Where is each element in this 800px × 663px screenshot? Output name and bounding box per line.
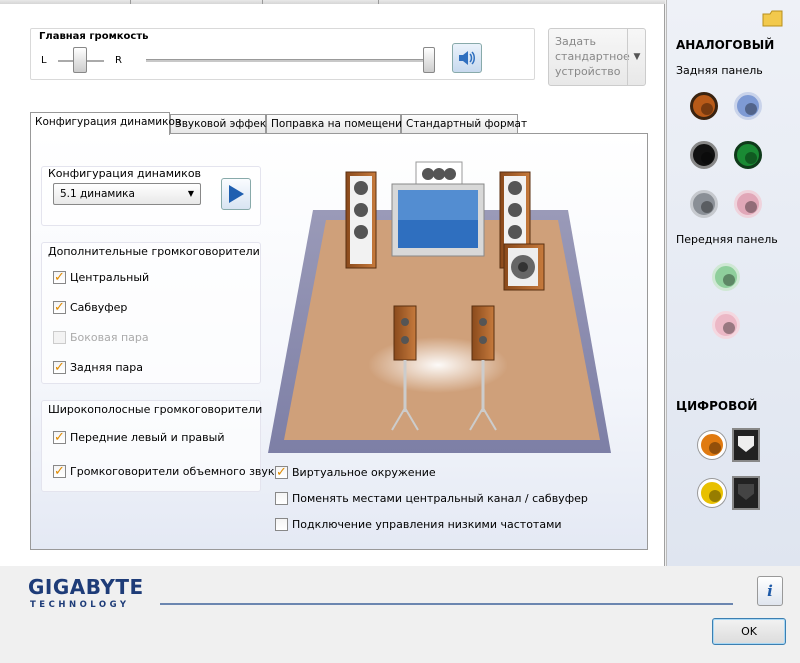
- brand-logo-line2: TECHNOLOGY: [30, 600, 130, 610]
- checkbox-label: Центральный: [70, 270, 150, 284]
- tab-default-format[interactable]: Стандартный формат: [401, 114, 527, 134]
- checkbox-label: Задняя пара: [70, 360, 143, 374]
- optical-port-icon[interactable]: [732, 476, 760, 510]
- folder-icon[interactable]: [762, 8, 784, 31]
- divider: [160, 603, 733, 605]
- checkbox-label: Подключение управления низкими частотами: [292, 517, 562, 531]
- jack-front-green[interactable]: [712, 263, 740, 291]
- master-volume-group: Главная громкость L R: [30, 28, 535, 80]
- jack-front-pink[interactable]: [712, 311, 740, 339]
- analog-title: АНАЛОГОВЫЙ: [676, 38, 775, 52]
- rear-right-speaker: [471, 305, 495, 361]
- speaker-config-title: Конфигурация динамиков: [48, 167, 202, 180]
- ok-button[interactable]: OK: [712, 618, 786, 645]
- volume-slider-thumb[interactable]: [423, 47, 435, 73]
- tab-sound-effects[interactable]: Звуковой эффект: [170, 114, 272, 134]
- fullrange-speakers-title: Широкополосные громкоговорители: [48, 403, 263, 416]
- balance-slider-thumb[interactable]: [73, 47, 87, 73]
- jack-panel: АНАЛОГОВЫЙ Задняя панель Передняя панель…: [666, 0, 800, 566]
- jack-rear-black[interactable]: [690, 141, 718, 169]
- top-tab-strip: [0, 0, 665, 4]
- checkbox-rear-pair[interactable]: ✓ Задняя пара: [53, 359, 143, 375]
- mute-button[interactable]: [452, 43, 482, 73]
- brand-logo-line1: GIGABYTE: [28, 575, 144, 599]
- jack-rear-blue[interactable]: [734, 92, 762, 120]
- checkbox-swap-center-sub[interactable]: Поменять местами центральный канал / саб…: [275, 490, 588, 506]
- speaker-config-dropdown[interactable]: 5.1 динамика ▼: [53, 183, 201, 205]
- optional-speakers-title: Дополнительные громкоговорители: [48, 245, 260, 258]
- digital-title: ЦИФРОВОЙ: [676, 399, 758, 413]
- play-test-button[interactable]: [221, 178, 251, 210]
- jack-rear-orange[interactable]: [690, 92, 718, 120]
- top-tab-divider: [130, 0, 131, 4]
- jack-spdif-coax-orange[interactable]: [698, 431, 726, 459]
- checkbox-label: Поменять местами центральный канал / саб…: [292, 491, 588, 505]
- speaker-config-group: Конфигурация динамиков 5.1 динамика ▼: [41, 166, 261, 226]
- speaker-icon: [459, 51, 475, 65]
- checkbox-box[interactable]: ✓: [53, 270, 66, 284]
- checkbox-bass-management[interactable]: Подключение управления низкими частотами: [275, 516, 562, 532]
- room-illustration: [268, 161, 611, 453]
- volume-slider-track[interactable]: [146, 59, 431, 62]
- checkbox-box[interactable]: ✓: [275, 465, 288, 479]
- checkbox-subwoofer[interactable]: ✓ Сабвуфер: [53, 299, 127, 315]
- checkbox-virtual-surround[interactable]: ✓ Виртуальное окружение: [275, 464, 436, 480]
- rear-left-speaker: [393, 305, 417, 361]
- checkbox-side-pair: Боковая пара: [53, 329, 149, 345]
- speaker-config-value: 5.1 динамика: [60, 188, 135, 200]
- checkbox-box[interactable]: ✓: [53, 360, 66, 374]
- checkbox-front-lr[interactable]: ✓ Передние левый и правый: [53, 429, 225, 445]
- checkbox-center[interactable]: ✓ Центральный: [53, 269, 149, 285]
- jack-spdif-coax-yellow[interactable]: [698, 479, 726, 507]
- jack-rear-pink[interactable]: [734, 190, 762, 218]
- checkbox-label: Громкоговорители объемного звука: [70, 464, 282, 478]
- checkbox-label: Сабвуфер: [70, 300, 128, 314]
- master-volume-title: Главная громкость: [39, 31, 149, 42]
- set-default-device-button[interactable]: Задать стандартное устройство ▼: [548, 28, 646, 86]
- rear-panel-label: Задняя панель: [676, 64, 763, 77]
- checkbox-label: Передние левый и правый: [70, 430, 225, 444]
- jack-rear-gray[interactable]: [690, 190, 718, 218]
- jack-rear-green[interactable]: [734, 141, 762, 169]
- main-panel: Главная громкость L R Задать стандартное…: [0, 0, 665, 566]
- top-tab-divider: [378, 0, 379, 4]
- checkbox-box[interactable]: [275, 517, 288, 531]
- balance-left-label: L: [41, 55, 47, 66]
- checkbox-box[interactable]: [275, 491, 288, 505]
- fullrange-speakers-group: Широкополосные громкоговорители ✓ Передн…: [41, 400, 281, 492]
- chevron-down-icon[interactable]: ▼: [627, 29, 646, 85]
- info-button[interactable]: i: [757, 576, 783, 606]
- play-icon: [229, 185, 244, 203]
- checkbox-box: [53, 330, 66, 344]
- checkbox-box[interactable]: ✓: [53, 430, 66, 444]
- set-default-device-label: Задать стандартное устройство: [555, 35, 630, 78]
- optical-port-icon[interactable]: [732, 428, 760, 462]
- checkbox-box[interactable]: ✓: [53, 464, 66, 478]
- balance-right-label: R: [115, 55, 122, 66]
- info-icon: i: [767, 582, 773, 600]
- bottom-bar: GIGABYTE TECHNOLOGY i OK: [0, 566, 800, 663]
- top-tab-divider: [262, 0, 263, 4]
- tab-room-correction[interactable]: Поправка на помещение: [266, 114, 408, 134]
- checkbox-surround[interactable]: ✓ Громкоговорители объемного звука: [53, 463, 281, 479]
- chevron-down-icon: ▼: [187, 189, 194, 198]
- front-panel-label: Передняя панель: [676, 233, 778, 246]
- speaker-stage-illustration: [268, 150, 611, 453]
- optional-speakers-group: Дополнительные громкоговорители ✓ Центра…: [41, 242, 261, 384]
- tab-speaker-config[interactable]: Конфигурация динамиков: [30, 112, 181, 135]
- checkbox-label: Виртуальное окружение: [292, 465, 436, 479]
- checkbox-box[interactable]: ✓: [53, 300, 66, 314]
- checkbox-label: Боковая пара: [70, 330, 149, 344]
